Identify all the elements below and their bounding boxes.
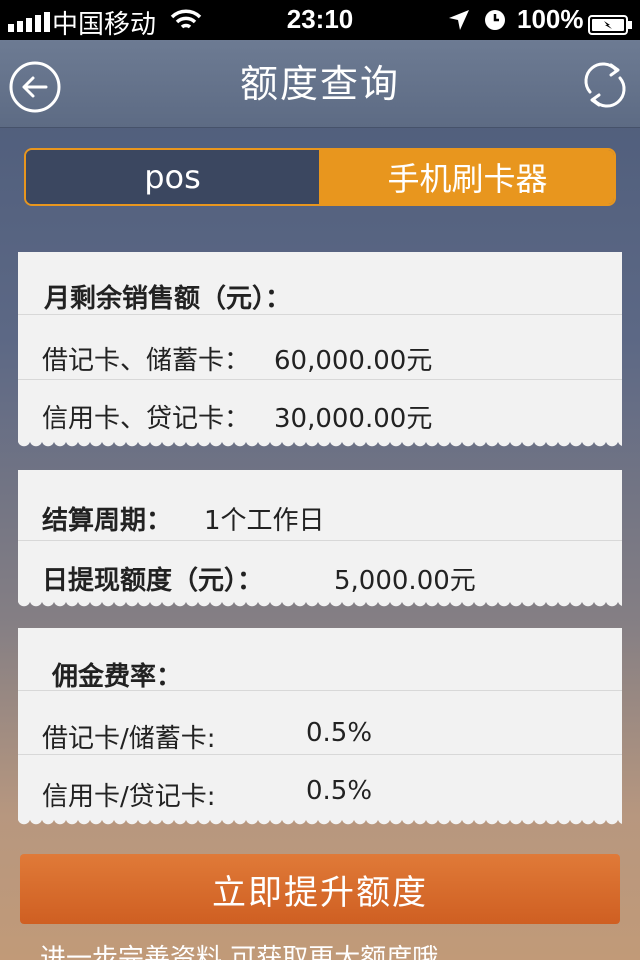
divider	[18, 314, 622, 315]
row-label: 信用卡/贷记卡:	[42, 782, 216, 812]
divider	[18, 690, 622, 691]
status-bar: 中国移动 23:10 100%	[0, 0, 640, 40]
battery-percent: 100%	[517, 4, 584, 34]
daily-withdraw-label: 日提现额度（元）：	[42, 566, 264, 596]
commission-heading-text: 佣金费率：	[52, 662, 183, 692]
daily-withdraw-value: 5,000.00元	[334, 566, 476, 596]
settlement-cycle-value: 1个工作日	[204, 506, 325, 536]
sales-limit-card: 月剩余销售额（元）： 借记卡、储蓄卡： 60,000.00元 信用卡、贷记卡： …	[18, 252, 622, 450]
settlement-cycle-label: 结算周期：	[42, 506, 173, 536]
row-value: 0.5%	[306, 776, 373, 806]
row-label: 信用卡、贷记卡：	[42, 404, 251, 434]
divider	[18, 754, 622, 755]
refresh-icon[interactable]	[578, 58, 632, 112]
sales-limit-heading-text: 月剩余销售额（元）：	[44, 284, 292, 314]
segment-mobile-card-reader[interactable]: 手机刷卡器	[321, 150, 614, 204]
footer-note: 进一步完善资料,可获取更大额度哦	[40, 944, 439, 960]
page-title: 额度查询	[239, 62, 400, 106]
location-icon	[447, 8, 471, 39]
battery-icon	[588, 11, 634, 42]
alarm-icon	[483, 8, 507, 39]
raise-limit-button[interactable]: 立即提升额度	[20, 854, 620, 924]
divider	[18, 540, 622, 541]
row-label: 借记卡、储蓄卡：	[42, 346, 251, 376]
device-type-segmented-control: pos 手机刷卡器	[24, 148, 616, 206]
divider	[18, 379, 622, 380]
commission-card: 佣金费率： 借记卡/储蓄卡: 0.5% 信用卡/贷记卡: 0.5%	[18, 628, 622, 828]
row-value: 30,000.00元	[274, 404, 433, 434]
card-edge	[18, 818, 622, 828]
nav-bar: 额度查询	[0, 40, 640, 128]
card-edge	[18, 440, 622, 450]
segment-pos[interactable]: pos	[26, 150, 321, 204]
settlement-card: 结算周期： 1个工作日 日提现额度（元）： 5,000.00元	[18, 470, 622, 610]
card-edge	[18, 600, 622, 610]
row-label: 借记卡/储蓄卡:	[42, 724, 216, 754]
row-value: 0.5%	[306, 718, 373, 748]
row-value: 60,000.00元	[274, 346, 433, 376]
